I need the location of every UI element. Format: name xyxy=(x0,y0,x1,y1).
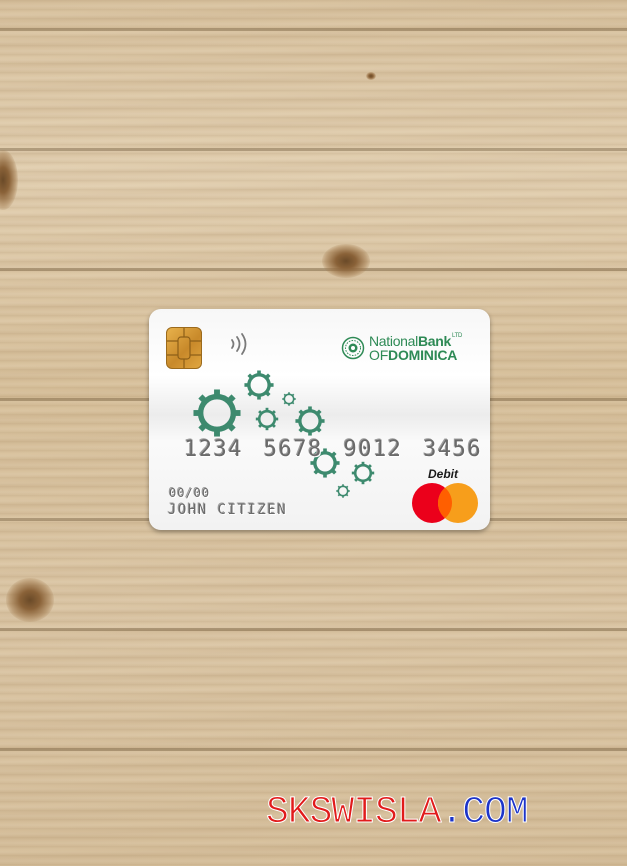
wood-knot xyxy=(6,578,54,622)
wood-knot xyxy=(322,244,370,278)
chip-icon xyxy=(166,327,202,369)
debit-card: NationalBankLTD OFDOMINICA 1234 5678 901… xyxy=(149,309,490,530)
gear-icon xyxy=(336,484,349,497)
gear-icon xyxy=(256,408,278,430)
card-expiry: 00/00 xyxy=(169,486,211,500)
gear-icon xyxy=(295,406,324,435)
wood-seam xyxy=(0,148,627,151)
gear-icon xyxy=(244,370,273,399)
contactless-icon xyxy=(231,333,247,355)
bank-logo: NationalBankLTD OFDOMINICA xyxy=(341,332,481,364)
wood-seam xyxy=(0,628,627,631)
bank-name-line2: OFDOMINICA xyxy=(369,347,458,363)
gear-icon xyxy=(193,389,240,436)
card-type-label: Debit xyxy=(428,467,458,481)
wood-seam xyxy=(0,268,627,271)
wood-seam xyxy=(0,28,627,31)
mastercard-logo-icon xyxy=(412,483,478,523)
card-holder-name: JOHN CITIZEN xyxy=(168,502,288,518)
bank-emblem-icon xyxy=(341,336,365,360)
card-number: 1234 5678 9012 3456 xyxy=(184,437,483,462)
gear-icon xyxy=(352,462,374,484)
gear-icon xyxy=(282,392,295,405)
wood-knot xyxy=(0,150,18,210)
wood-knot xyxy=(366,72,376,80)
wood-seam xyxy=(0,748,627,751)
site-watermark: SKSWISLA.COM xyxy=(265,791,529,835)
